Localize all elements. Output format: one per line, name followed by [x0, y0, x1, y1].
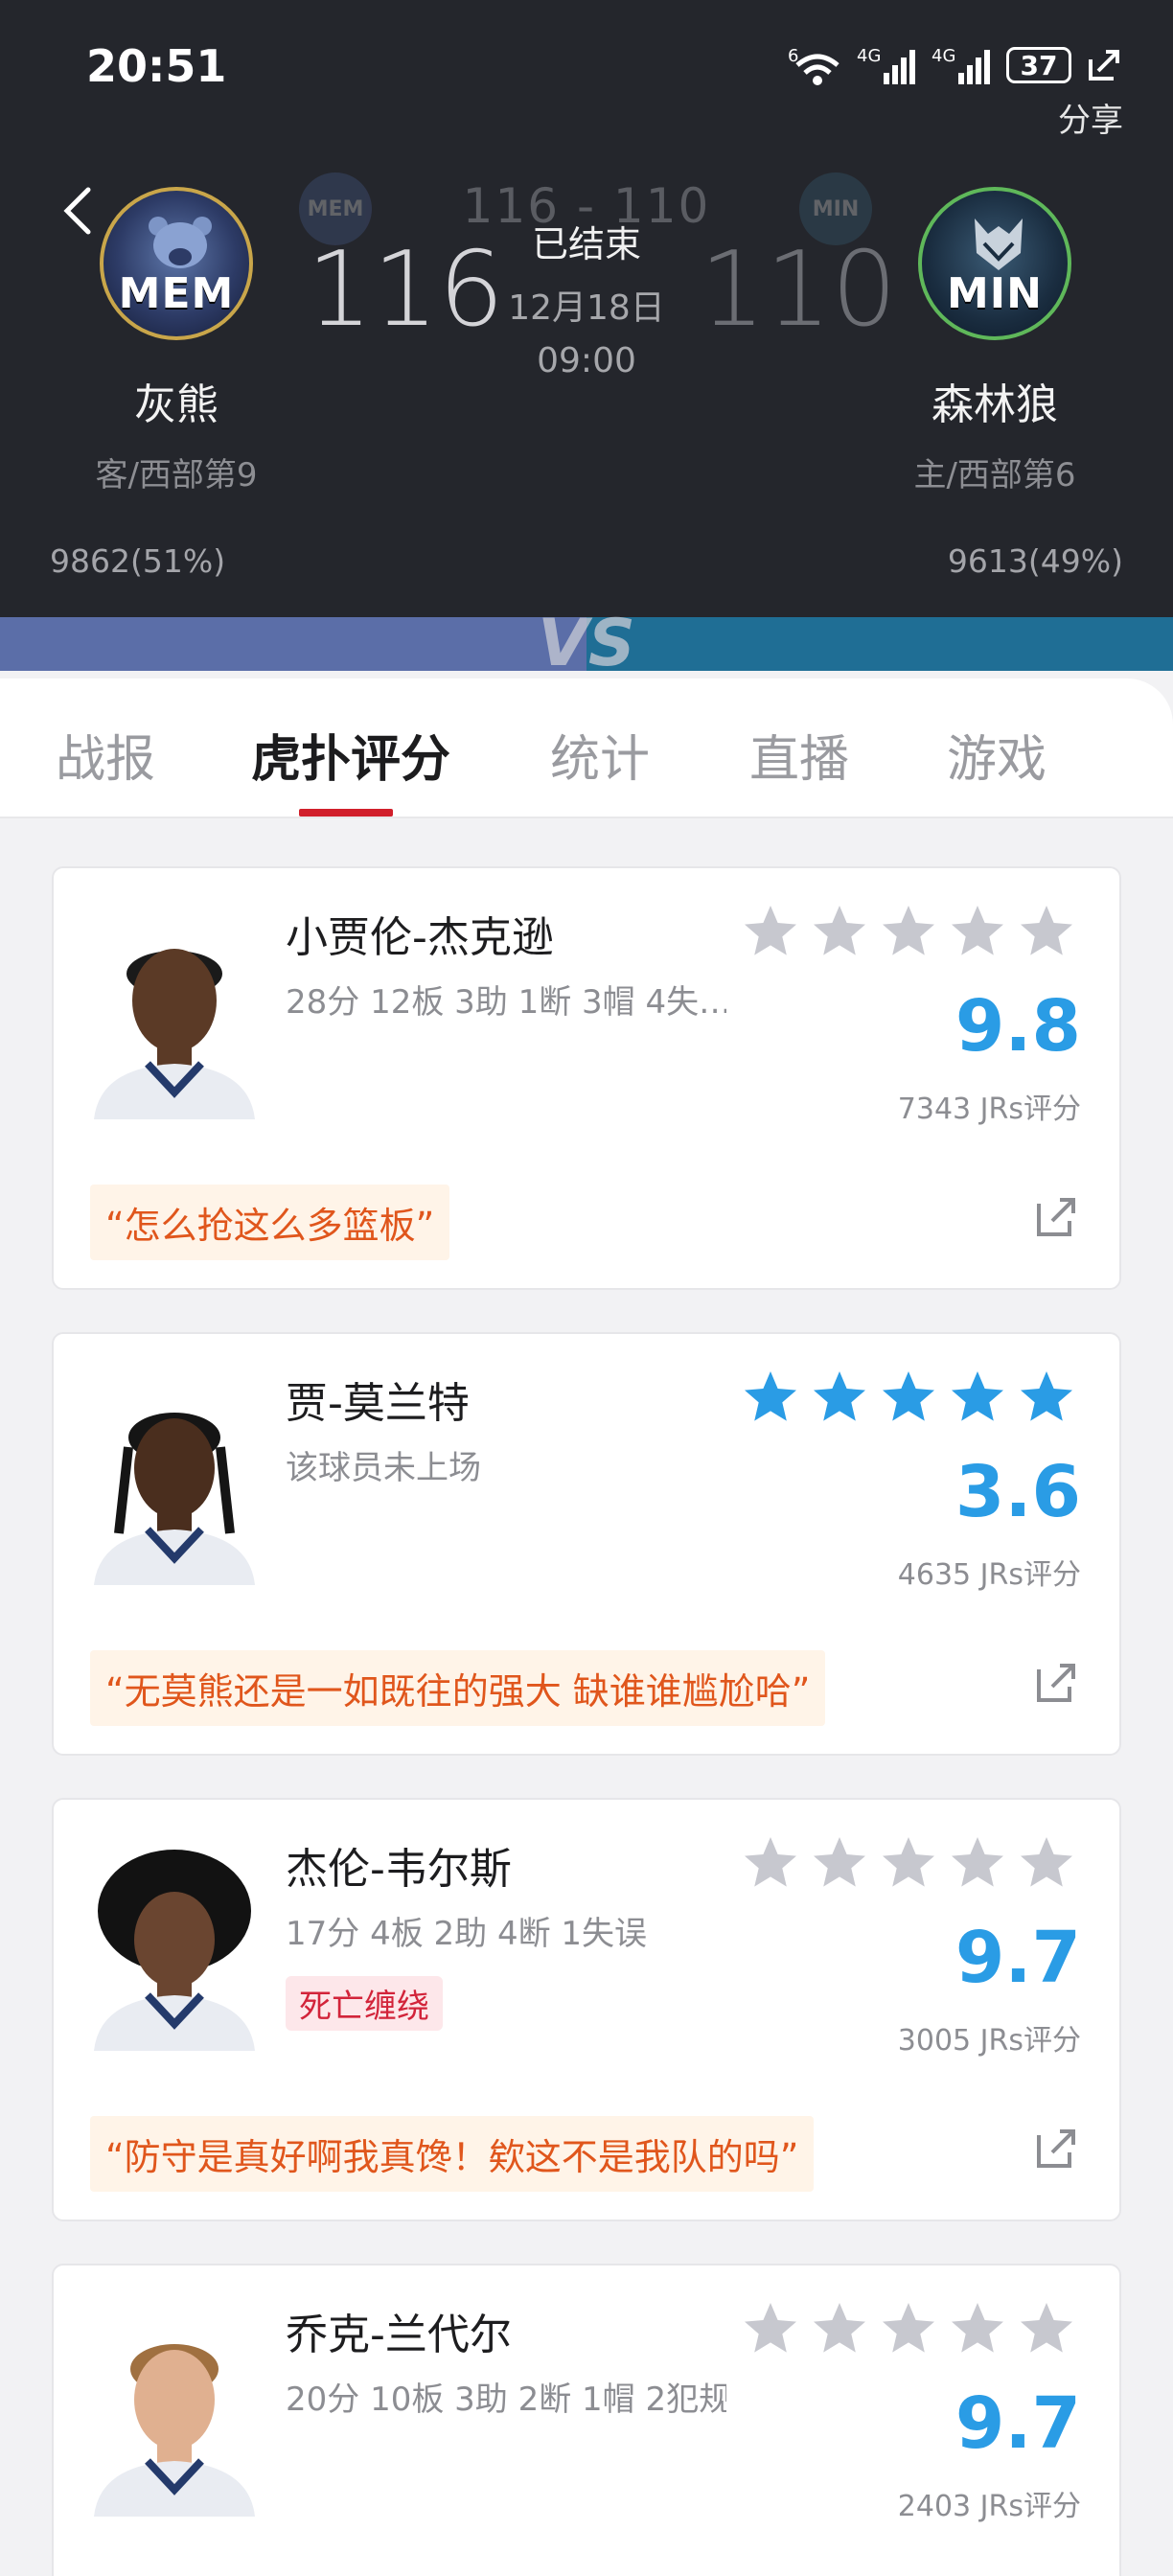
- player-avatar: [94, 1413, 255, 1585]
- star-icon[interactable]: [949, 2300, 1006, 2358]
- star-icon[interactable]: [880, 1834, 937, 1892]
- home-team-rank: 客/西部第9: [95, 456, 258, 494]
- tab-stats[interactable]: 统计: [550, 719, 650, 791]
- player-rating: 9.8: [954, 985, 1081, 1068]
- tab-live[interactable]: 直播: [749, 719, 849, 791]
- star-icon[interactable]: [811, 1368, 868, 1426]
- star-rating[interactable]: [742, 2300, 1075, 2358]
- status-bar: 20:51 6 4G 4G 37 分享: [0, 0, 1173, 140]
- star-icon[interactable]: [811, 1834, 868, 1892]
- vs-label: VS: [538, 606, 635, 671]
- star-rating[interactable]: [742, 1368, 1075, 1426]
- player-card[interactable]: 贾-莫兰特 该球员未上场 3.6 4635 JRs评分 “无莫熊还是一如既往的强…: [52, 1332, 1121, 1756]
- tab-bar: 战报 虎扑评分 统计 直播 游戏: [0, 678, 1173, 818]
- player-card[interactable]: 杰伦-韦尔斯 17分 4板 2助 4断 1失误 死亡缠绕 9.7 3005 JR…: [52, 1798, 1121, 2221]
- star-icon[interactable]: [949, 903, 1006, 960]
- external-link-icon[interactable]: [1031, 1192, 1079, 1240]
- rating-count: 2403 JRs评分: [897, 2490, 1081, 2523]
- player-name[interactable]: 乔克-兰代尔: [286, 2300, 512, 2361]
- signal-icon: 4G: [857, 46, 915, 84]
- game-date: 12月18日: [508, 288, 665, 328]
- away-team-name[interactable]: 森林狼: [880, 370, 1110, 431]
- top-comment[interactable]: “无莫熊还是一如既往的强大 缺谁谁尴尬哈”: [90, 1650, 826, 1726]
- player-name[interactable]: 贾-莫兰特: [286, 1368, 470, 1430]
- player-card[interactable]: 乔克-兰代尔 20分 10板 3助 2断 1帽 2犯规 9.7 2403 JRs…: [52, 2264, 1121, 2576]
- star-rating[interactable]: [742, 1834, 1075, 1892]
- player-stat-line: 17分 4板 2助 4断 1失误: [286, 1915, 648, 1953]
- star-icon[interactable]: [880, 903, 937, 960]
- player-avatar: [94, 949, 255, 1119]
- player-stat-line: 该球员未上场: [286, 1449, 481, 1487]
- star-icon[interactable]: [880, 1368, 937, 1426]
- star-icon[interactable]: [1018, 2300, 1075, 2358]
- star-icon[interactable]: [1018, 1834, 1075, 1892]
- home-team-name[interactable]: 灰熊: [61, 370, 291, 431]
- star-icon[interactable]: [742, 1834, 799, 1892]
- home-support: 9862(51%): [50, 542, 226, 580]
- star-icon[interactable]: [949, 1368, 1006, 1426]
- star-icon[interactable]: [1018, 1368, 1075, 1426]
- tab-games[interactable]: 游戏: [947, 719, 1046, 791]
- system-icons: 6 4G 4G 37: [788, 44, 1123, 86]
- player-rating: 9.7: [954, 2382, 1081, 2465]
- star-icon[interactable]: [880, 2300, 937, 2358]
- player-name[interactable]: 小贾伦-杰克逊: [286, 903, 554, 964]
- star-icon[interactable]: [742, 2300, 799, 2358]
- wifi-icon: 6: [788, 46, 840, 85]
- player-avatar: [94, 1850, 255, 2051]
- away-team-rank: 主/西部第6: [913, 456, 1076, 494]
- signal-icon: 4G: [932, 46, 990, 84]
- star-icon[interactable]: [811, 2300, 868, 2358]
- share-icon[interactable]: [1085, 46, 1123, 84]
- player-rating: 9.7: [954, 1917, 1081, 1999]
- away-support: 9613(49%): [947, 542, 1123, 580]
- star-icon[interactable]: [1018, 903, 1075, 960]
- rating-count: 4635 JRs评分: [897, 1558, 1081, 1592]
- tab-report[interactable]: 战报: [56, 719, 155, 791]
- game-status: 已结束: [531, 223, 641, 265]
- match-header: 20:51 6 4G 4G 37 分享 MEM MIN 116 - 110 ME…: [0, 0, 1173, 671]
- share-button[interactable]: 分享: [1058, 94, 1123, 141]
- player-stat-line: 28分 12板 3助 1断 3帽 4失…: [286, 983, 726, 1022]
- signal-label-2: 4G: [932, 46, 955, 66]
- player-avatar: [94, 2344, 255, 2517]
- star-icon[interactable]: [742, 1368, 799, 1426]
- player-stat-line: 20分 10板 3助 2断 1帽 2犯规: [286, 2380, 726, 2419]
- player-tag-badge: 死亡缠绕: [286, 1976, 443, 2031]
- rating-count: 3005 JRs评分: [897, 2024, 1081, 2058]
- status-time: 20:51: [86, 40, 227, 92]
- external-link-icon[interactable]: [1031, 1658, 1079, 1706]
- star-icon[interactable]: [742, 903, 799, 960]
- tab-ratings[interactable]: 虎扑评分: [251, 719, 450, 791]
- star-icon[interactable]: [811, 903, 868, 960]
- signal-label-1: 4G: [857, 46, 881, 66]
- player-card[interactable]: 小贾伦-杰克逊 28分 12板 3助 1断 3帽 4失… 9.8 7343 JR…: [52, 866, 1121, 1290]
- top-comment[interactable]: “防守是真好啊我真馋！欸这不是我队的吗”: [90, 2116, 815, 2192]
- star-rating[interactable]: [742, 903, 1075, 960]
- star-icon[interactable]: [949, 1834, 1006, 1892]
- top-comment[interactable]: “怎么抢这么多篮板”: [90, 1184, 450, 1260]
- battery-level: 37: [1020, 49, 1058, 81]
- rating-count: 7343 JRs评分: [897, 1092, 1081, 1126]
- player-name[interactable]: 杰伦-韦尔斯: [286, 1834, 512, 1896]
- external-link-icon[interactable]: [1031, 2124, 1079, 2172]
- battery-icon: 37: [1006, 47, 1071, 83]
- tab-indicator: [299, 809, 393, 816]
- player-rating: 3.6: [954, 1451, 1081, 1533]
